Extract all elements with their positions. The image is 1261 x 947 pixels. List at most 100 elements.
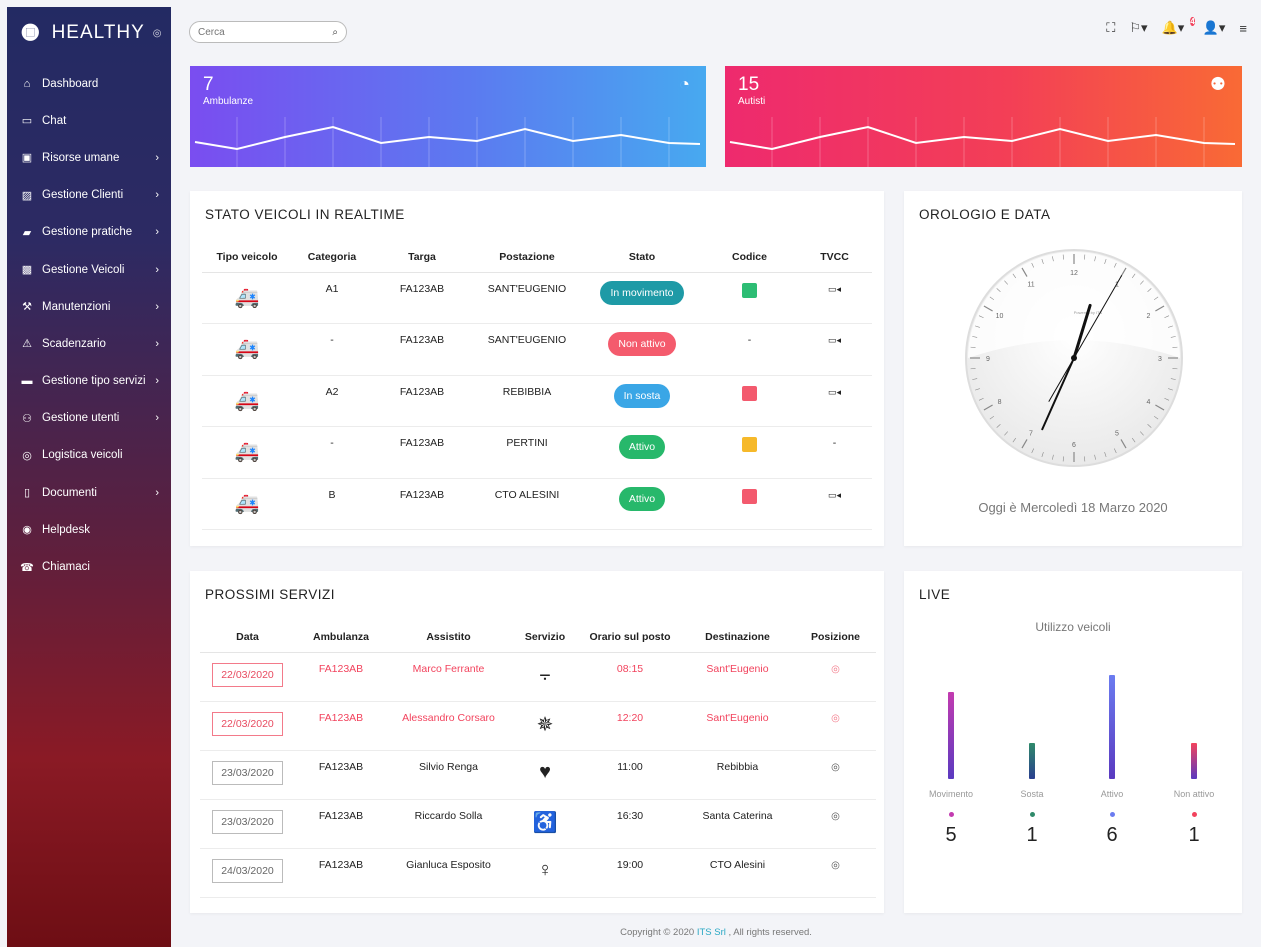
location-pin-icon[interactable]: ◎ bbox=[831, 664, 840, 675]
brand[interactable]: 🟘 HEALTHY ◎ bbox=[7, 7, 171, 59]
clock-panel: OROLOGIO E DATA 1 2 3 4 5 6 7 8 9 10 11 12 Powered b… bbox=[904, 191, 1242, 546]
column-header: Ambulanza bbox=[295, 622, 387, 653]
sidebar-item-logistica-veicoli[interactable]: ◎ Logistica veicoli bbox=[7, 437, 171, 474]
vehicles-panel: STATO VEICOLI IN REALTIME Tipo veicolo Ca… bbox=[190, 191, 884, 546]
stat-label: Ambulanze bbox=[203, 96, 254, 107]
patient-cell: Gianluca Esposito bbox=[387, 848, 510, 899]
column-header: Targa bbox=[372, 242, 472, 273]
patient-cell: Silvio Renga bbox=[387, 750, 510, 801]
destination-cell: Sant'Eugenio bbox=[680, 652, 795, 702]
stat-sparkline bbox=[194, 117, 701, 167]
status-badge: Non attivo bbox=[608, 332, 676, 356]
users-icon: ⚇ bbox=[22, 412, 32, 425]
sidebar-item-manutenzioni[interactable]: ⚒ Manutenzioni › bbox=[7, 288, 171, 325]
vehicles-table: Tipo veicolo Categoria Targa Postazione Stat… bbox=[202, 242, 872, 530]
footer-company-link[interactable]: ITS Srl bbox=[697, 927, 726, 938]
table-row[interactable]: 24/03/2020 FA123AB Gianluca Esposito ♀ 1… bbox=[200, 848, 876, 899]
chevron-right-icon: › bbox=[155, 337, 159, 350]
wheelchair-icon: ♿ bbox=[532, 812, 558, 835]
table-row[interactable]: 🚑 - FA123AB SANT'EUGENIO Non attivo - ▭◂ bbox=[202, 323, 872, 376]
sidebar-item-gestione-utenti[interactable]: ⚇ Gestione utenti › bbox=[7, 400, 171, 437]
chart-legend-dot bbox=[1191, 812, 1197, 817]
briefcase-icon: ▬ bbox=[21, 375, 33, 388]
id-card-icon: ▣ bbox=[21, 152, 33, 165]
table-row[interactable]: 23/03/2020 FA123AB Riccardo Solla ♿ 16:3… bbox=[200, 799, 876, 850]
sidebar-item-gestione-clienti[interactable]: ▨ Gestione Clienti › bbox=[7, 177, 171, 214]
column-header: Categoria bbox=[292, 242, 372, 273]
chart-value-label: 6 bbox=[1106, 824, 1118, 846]
code-text: - bbox=[747, 334, 752, 346]
clock-numeral: 7 bbox=[1029, 430, 1033, 437]
location-pin-icon[interactable]: ◎ bbox=[831, 811, 840, 822]
sidebar-item-label: Gestione tipo servizi bbox=[42, 375, 146, 388]
station-cell: CTO ALESINI bbox=[472, 478, 582, 530]
sidebar-item-helpdesk[interactable]: ◉ Helpdesk bbox=[7, 511, 171, 548]
column-header: Servizio bbox=[510, 622, 580, 653]
menu-icon[interactable]: ≡ bbox=[1239, 21, 1247, 36]
column-header: Assistito bbox=[387, 622, 510, 653]
flag-icon[interactable]: ⚐▾ bbox=[1129, 20, 1147, 36]
fullscreen-icon[interactable]: ⛶ bbox=[1106, 20, 1115, 36]
stat-label: Autisti bbox=[738, 96, 766, 107]
ambulance-icon: 🚑 bbox=[234, 389, 260, 412]
sidebar-item-gestione-veicoli[interactable]: ▩ Gestione Veicoli › bbox=[7, 251, 171, 288]
search-box[interactable]: ⌕ bbox=[189, 21, 347, 43]
sidebar-item-chat[interactable]: ▭ Chat bbox=[7, 102, 171, 139]
pie-chart-icon: ◔ bbox=[679, 74, 690, 94]
location-pin-icon[interactable]: ◎ bbox=[831, 713, 840, 724]
services-table: Data Ambulanza Assistito Servizio Orario sul… bbox=[200, 622, 876, 899]
sidebar-item-chiamaci[interactable]: ☎ Chiamaci bbox=[7, 548, 171, 585]
table-row[interactable]: 22/03/2020 FA123AB Marco Ferrante ⨪ 08:1… bbox=[200, 652, 876, 702]
chevron-right-icon: › bbox=[155, 189, 159, 202]
table-row[interactable]: 🚑 B FA123AB CTO ALESINI Attivo ▭◂ bbox=[202, 478, 872, 530]
location-pin-icon[interactable]: ◎ bbox=[831, 762, 840, 773]
plate-cell: FA123AB bbox=[372, 323, 472, 376]
chart-legend-dot bbox=[1029, 812, 1035, 817]
chart-value-label: 1 bbox=[1188, 824, 1200, 846]
warning-icon: ⚠ bbox=[22, 338, 32, 351]
virus-icon: ✵ bbox=[536, 713, 554, 736]
camera-icon[interactable]: ▭◂ bbox=[828, 335, 841, 345]
sidebar-item-label: Chat bbox=[42, 114, 67, 127]
search-icon[interactable]: ⌕ bbox=[332, 27, 338, 38]
camera-icon[interactable]: ▭◂ bbox=[828, 490, 841, 500]
stat-value: 15 bbox=[738, 74, 760, 95]
time-cell: 19:00 bbox=[580, 848, 680, 899]
time-cell: 16:30 bbox=[580, 799, 680, 850]
sidebar-item-dashboard[interactable]: ⌂ Dashboard bbox=[7, 65, 171, 102]
camera-icon[interactable]: ▭◂ bbox=[828, 284, 841, 294]
user-card-icon: ▨ bbox=[21, 189, 33, 202]
sidebar-item-label: Documenti bbox=[42, 486, 97, 499]
camera-icon[interactable]: ▭◂ bbox=[828, 387, 841, 397]
chevron-right-icon: › bbox=[155, 151, 159, 164]
live-panel: LIVE Utilizzo veicoli Movimento 5 Sosta 1 At… bbox=[904, 571, 1242, 913]
ambulance-icon: 🚑 bbox=[234, 286, 260, 309]
table-row[interactable]: 22/03/2020 FA123AB Alessandro Corsaro ✵ … bbox=[200, 701, 876, 751]
pregnant-icon: ♀ bbox=[537, 859, 553, 882]
user-icon[interactable]: 👤▾ bbox=[1203, 20, 1226, 36]
sidebar-item-risorse-umane[interactable]: ▣ Risorse umane › bbox=[7, 139, 171, 176]
search-input[interactable] bbox=[198, 26, 333, 38]
sidebar-toggle-icon[interactable]: ◎ bbox=[153, 28, 162, 39]
chart-value-label: 5 bbox=[945, 824, 957, 846]
table-row[interactable]: 🚑 A2 FA123AB REBIBBIA In sosta ▭◂ bbox=[202, 375, 872, 427]
date-box: 22/03/2020 bbox=[212, 711, 283, 736]
table-row[interactable]: 🚑 - FA123AB PERTINI Attivo - bbox=[202, 426, 872, 479]
sidebar-menu: ⌂ Dashboard ▭ Chat ▣ Risorse umane › ▨ Gestione … bbox=[7, 65, 171, 586]
table-row[interactable]: 23/03/2020 FA123AB Silvio Renga ♥ 11:00 … bbox=[200, 750, 876, 801]
category-cell: B bbox=[292, 478, 372, 530]
station-cell: REBIBBIA bbox=[472, 375, 582, 427]
notification-badge: 4 bbox=[1190, 17, 1195, 26]
sidebar-item-gestione-tipo-servizi[interactable]: ▬ Gestione tipo servizi › bbox=[7, 363, 171, 400]
location-pin-icon[interactable]: ◎ bbox=[831, 860, 840, 871]
code-color-square bbox=[742, 437, 757, 452]
table-row[interactable]: 🚑 A1 FA123AB SANT'EUGENIO In movimento ▭… bbox=[202, 272, 872, 324]
panel-title: STATO VEICOLI IN REALTIME bbox=[205, 207, 405, 222]
column-header: Postazione bbox=[472, 242, 582, 273]
sidebar-item-scadenzario[interactable]: ⚠ Scadenzario › bbox=[7, 325, 171, 362]
bell-icon[interactable]: 🔔▾ 4 bbox=[1162, 17, 1195, 36]
station-cell: PERTINI bbox=[472, 426, 582, 479]
sidebar-item-gestione-pratiche[interactable]: ▰ Gestione pratiche › bbox=[7, 214, 171, 251]
chevron-right-icon: › bbox=[155, 486, 159, 499]
sidebar-item-documenti[interactable]: ▯ Documenti › bbox=[7, 474, 171, 511]
